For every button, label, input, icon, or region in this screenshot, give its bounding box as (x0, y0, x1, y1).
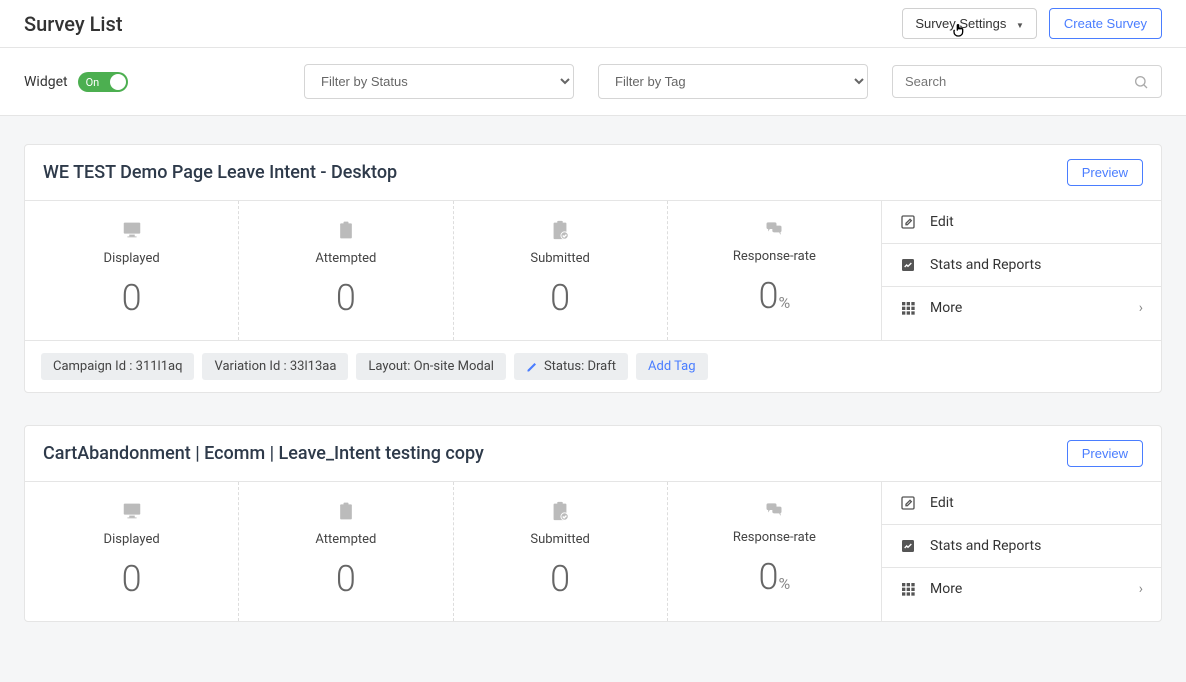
stat-attempted: Attempted 0 (239, 201, 453, 340)
stat-submitted: Submitted 0 (454, 482, 668, 621)
chat-icon (668, 219, 881, 239)
action-label: Edit (930, 214, 954, 230)
card-body: Displayed 0 Attempted 0 Submitted 0 (25, 201, 1161, 340)
content-area: WE TEST Demo Page Leave Intent - Desktop… (0, 116, 1186, 682)
clipboard-icon (239, 500, 452, 522)
stat-submitted: Submitted 0 (454, 201, 668, 340)
actions-panel: Edit Stats and Reports More › (881, 482, 1161, 621)
toggle-state-label: On (86, 76, 100, 89)
survey-card: WE TEST Demo Page Leave Intent - Desktop… (24, 144, 1162, 393)
stat-value: 0 (25, 561, 238, 597)
stat-label: Displayed (25, 251, 238, 266)
chart-icon (900, 538, 916, 554)
page-title: Survey List (24, 12, 122, 36)
stat-value: 0 (759, 275, 779, 317)
tag-variation: Variation Id : 33l13aa (202, 353, 348, 380)
filter-status-select[interactable]: Filter by Status (304, 64, 574, 99)
action-stats[interactable]: Stats and Reports (882, 525, 1161, 568)
survey-title: CartAbandonment | Ecomm | Leave_Intent t… (43, 443, 484, 464)
tag-status-text: Status: Draft (544, 359, 616, 374)
widget-toggle[interactable]: On (78, 72, 128, 92)
stat-value: 0 (454, 280, 667, 316)
stat-suffix: % (779, 293, 791, 312)
edit-icon (900, 495, 916, 511)
grid-icon (900, 300, 916, 316)
survey-card: CartAbandonment | Ecomm | Leave_Intent t… (24, 425, 1162, 622)
action-label: Edit (930, 495, 954, 511)
chevron-right-icon: › (1139, 581, 1143, 597)
stat-response-rate: Response-rate 0% (668, 201, 881, 340)
tag-status: Status: Draft (514, 353, 628, 380)
widget-toggle-group: Widget On (24, 71, 128, 93)
card-body: Displayed 0 Attempted 0 Submitted 0 (25, 482, 1161, 621)
add-tag-button[interactable]: Add Tag (636, 353, 708, 380)
actions-panel: Edit Stats and Reports More › (881, 201, 1161, 340)
action-label: Stats and Reports (930, 538, 1041, 554)
preview-button[interactable]: Preview (1067, 440, 1143, 467)
action-stats[interactable]: Stats and Reports (882, 244, 1161, 287)
stat-displayed: Displayed 0 (25, 482, 239, 621)
survey-settings-button[interactable]: Survey Settings (902, 8, 1037, 39)
card-header: WE TEST Demo Page Leave Intent - Desktop… (25, 145, 1161, 201)
header-actions: Survey Settings Create Survey (902, 8, 1162, 39)
create-survey-button[interactable]: Create Survey (1049, 8, 1162, 39)
stats-row: Displayed 0 Attempted 0 Submitted 0 (25, 482, 881, 621)
edit-icon (900, 214, 916, 230)
tag-layout: Layout: On-site Modal (356, 353, 506, 380)
stats-row: Displayed 0 Attempted 0 Submitted 0 (25, 201, 881, 340)
action-label: More (930, 300, 962, 316)
action-more[interactable]: More › (882, 568, 1161, 610)
stat-value: 0 (759, 556, 779, 598)
stat-response-rate: Response-rate 0% (668, 482, 881, 621)
widget-label: Widget (24, 74, 68, 90)
stat-label: Submitted (454, 251, 667, 266)
tags-row: Campaign Id : 311l1aq Variation Id : 33l… (25, 340, 1161, 392)
page-header: Survey List Survey Settings Create Surve… (0, 0, 1186, 48)
pencil-icon (526, 361, 538, 373)
filter-tag-select[interactable]: Filter by Tag (598, 64, 868, 99)
search-field-wrap[interactable] (892, 65, 1162, 98)
action-more[interactable]: More › (882, 287, 1161, 329)
stat-label: Attempted (239, 532, 452, 547)
toggle-knob (110, 74, 126, 90)
grid-icon (900, 581, 916, 597)
monitor-icon (25, 500, 238, 522)
filters-bar: Widget On Filter by Status Filter by Tag (0, 48, 1186, 116)
search-input[interactable] (905, 66, 1133, 97)
survey-settings-label: Survey Settings (915, 16, 1006, 31)
chart-icon (900, 257, 916, 273)
card-header: CartAbandonment | Ecomm | Leave_Intent t… (25, 426, 1161, 482)
stat-value: 0 (454, 561, 667, 597)
preview-button[interactable]: Preview (1067, 159, 1143, 186)
clipboard-check-icon (454, 500, 667, 522)
stat-label: Displayed (25, 532, 238, 547)
stat-value: 0 (25, 280, 238, 316)
stat-label: Response-rate (668, 530, 881, 545)
action-edit[interactable]: Edit (882, 201, 1161, 244)
chat-icon (668, 500, 881, 520)
stat-label: Submitted (454, 532, 667, 547)
stat-label: Attempted (239, 251, 452, 266)
clipboard-check-icon (454, 219, 667, 241)
action-edit[interactable]: Edit (882, 482, 1161, 525)
clipboard-icon (239, 219, 452, 241)
action-label: More (930, 581, 962, 597)
stat-attempted: Attempted 0 (239, 482, 453, 621)
tag-campaign: Campaign Id : 311l1aq (41, 353, 194, 380)
stat-suffix: % (779, 574, 791, 593)
stat-value: 0 (239, 280, 452, 316)
action-label: Stats and Reports (930, 257, 1041, 273)
monitor-icon (25, 219, 238, 241)
chevron-right-icon: › (1139, 300, 1143, 316)
stat-displayed: Displayed 0 (25, 201, 239, 340)
stat-label: Response-rate (668, 249, 881, 264)
stat-value: 0 (239, 561, 452, 597)
survey-title: WE TEST Demo Page Leave Intent - Desktop (43, 162, 397, 183)
search-icon (1133, 74, 1149, 90)
